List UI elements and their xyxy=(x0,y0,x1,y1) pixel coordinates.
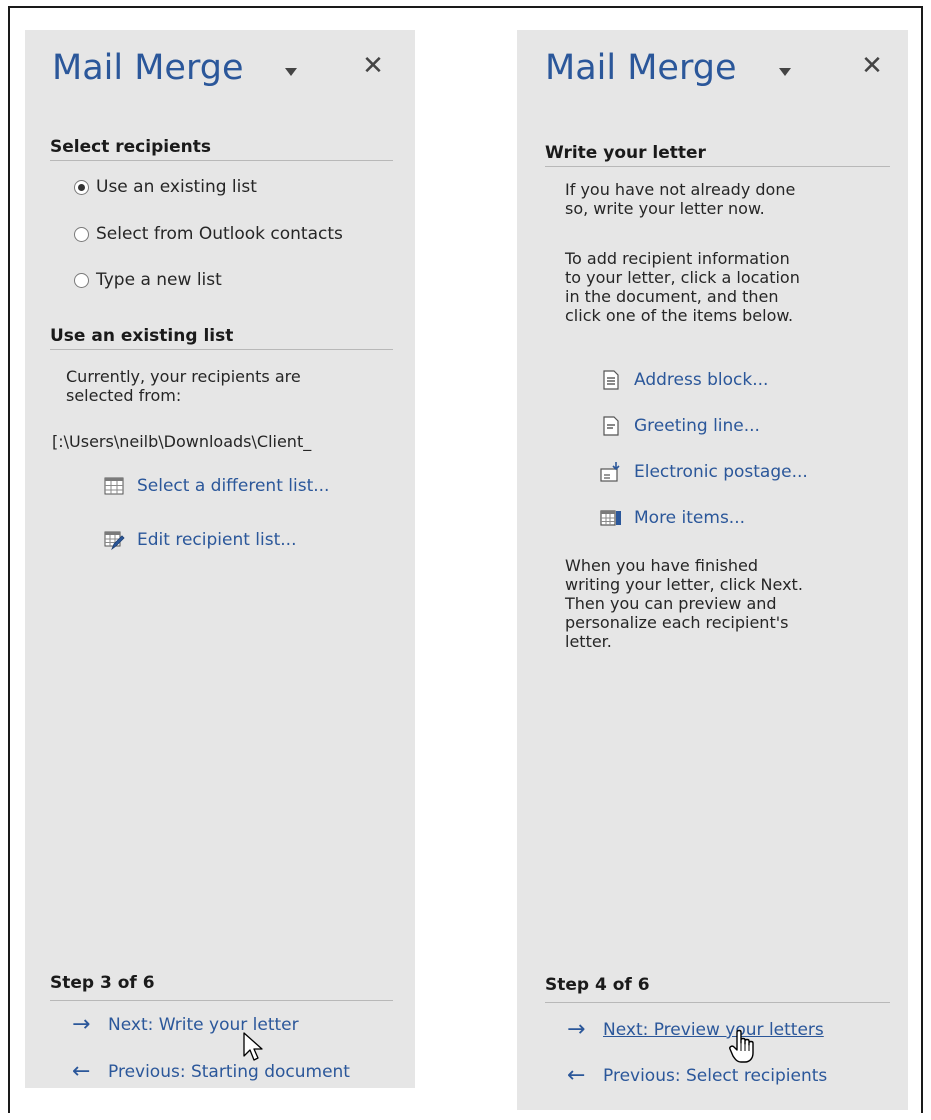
arrow-right-icon: → xyxy=(72,1012,91,1037)
pane-title: Mail Merge xyxy=(545,48,737,88)
finish-instructions: When you have finished writing your lett… xyxy=(565,556,803,651)
greeting-line-icon xyxy=(603,416,619,436)
table-icon xyxy=(104,477,124,495)
recipients-file-path: [:\Users\neilb\Downloads\Client_ xyxy=(52,432,312,451)
select-different-list-link[interactable]: Select a different list... xyxy=(103,475,329,497)
nav-label: Next: Preview your letters xyxy=(603,1020,824,1040)
radio-label: Use an existing list xyxy=(96,177,257,197)
radio-label: Type a new list xyxy=(96,270,222,290)
radio-button[interactable] xyxy=(74,226,89,242)
pane-options-dropdown-icon[interactable] xyxy=(285,68,297,76)
radio-button-selected[interactable] xyxy=(74,179,89,195)
more-items-link[interactable]: More items... xyxy=(600,507,745,529)
select-recipients-heading: Select recipients xyxy=(50,137,393,161)
use-existing-list-heading: Use an existing list xyxy=(50,326,393,350)
electronic-postage-icon xyxy=(600,462,620,482)
pane-options-dropdown-icon[interactable] xyxy=(779,68,791,76)
link-label: Select a different list... xyxy=(137,476,330,496)
radio-type-new-list[interactable]: Type a new list xyxy=(74,270,222,290)
step-indicator: Step 4 of 6 xyxy=(545,975,890,1003)
arrow-left-icon: ← xyxy=(72,1059,91,1084)
hand-pointer-icon xyxy=(729,1029,754,1063)
mouse-pointer-icon xyxy=(243,1032,263,1061)
more-items-icon xyxy=(600,510,621,526)
link-label: Greeting line... xyxy=(634,416,760,436)
greeting-line-link[interactable]: Greeting line... xyxy=(600,415,760,437)
previous-select-recipients-link[interactable]: ← Previous: Select recipients xyxy=(567,1063,828,1088)
next-preview-letters-link[interactable]: → Next: Preview your letters xyxy=(567,1017,824,1042)
write-letter-heading: Write your letter xyxy=(545,143,890,167)
nav-label: Next: Write your letter xyxy=(108,1015,299,1035)
address-block-link[interactable]: Address block... xyxy=(600,369,768,391)
arrow-right-icon: → xyxy=(567,1017,586,1042)
radio-use-existing-list[interactable]: Use an existing list xyxy=(74,177,257,197)
link-label: Electronic postage... xyxy=(634,462,808,482)
radio-label: Select from Outlook contacts xyxy=(96,224,343,244)
electronic-postage-link[interactable]: Electronic postage... xyxy=(600,461,808,483)
edit-table-icon xyxy=(104,531,125,551)
link-label: Address block... xyxy=(634,370,769,390)
radio-select-outlook-contacts[interactable]: Select from Outlook contacts xyxy=(74,224,343,244)
address-block-icon xyxy=(603,370,619,390)
close-icon[interactable]: ✕ xyxy=(859,53,885,79)
arrow-left-icon: ← xyxy=(567,1063,586,1088)
nav-label: Previous: Select recipients xyxy=(603,1066,828,1086)
step-indicator: Step 3 of 6 xyxy=(50,973,393,1001)
nav-label: Previous: Starting document xyxy=(108,1062,350,1082)
close-icon[interactable]: ✕ xyxy=(360,53,386,79)
pane-title: Mail Merge xyxy=(52,48,244,88)
radio-button[interactable] xyxy=(74,272,89,288)
edit-recipient-list-link[interactable]: Edit recipient list... xyxy=(103,529,296,551)
write-letter-intro: If you have not already done so, write y… xyxy=(565,180,796,218)
link-label: Edit recipient list... xyxy=(137,530,297,550)
recipients-source-description: Currently, your recipients are selected … xyxy=(66,367,301,405)
link-label: More items... xyxy=(634,508,746,528)
write-letter-instructions: To add recipient information to your let… xyxy=(565,249,800,325)
previous-starting-document-link[interactable]: ← Previous: Starting document xyxy=(72,1059,350,1084)
